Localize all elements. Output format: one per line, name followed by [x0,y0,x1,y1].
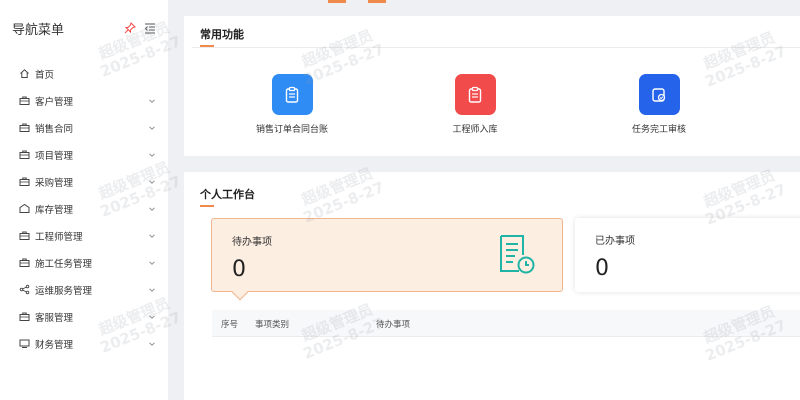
audit-icon [638,74,680,115]
briefcase-icon [19,176,30,187]
main-content: 常用功能 销售订单合同台账 工程师入库 任务完工审核 个人工作台 待办事项 0 … [168,0,800,400]
tab-indicator[interactable] [328,0,346,3]
function-label: 任务完工审核 [631,125,686,135]
todo-stat-card[interactable]: 待办事项 0 [211,218,563,301]
sidebar-item[interactable]: 采购管理 [0,168,168,195]
home-icon [19,68,30,79]
sidebar: 导航菜单 首页客户管理销售合同项目管理采购管理库存管理工程师管理施工任务管理 运维… [0,0,168,400]
sidebar-item-label: 库存管理 [35,204,74,216]
title-underline [200,45,214,47]
sidebar-item-label: 工程师管理 [35,231,83,243]
sidebar-item-label: 运维服务管理 [35,285,93,297]
divider [192,47,800,48]
sidebar-title: 导航菜单 [12,22,65,38]
chevron-down-icon [148,259,156,267]
done-label: 已办事项 [595,236,635,247]
card-title: 常用功能 [200,28,244,41]
chevron-down-icon [148,286,156,294]
sidebar-item-label: 客服管理 [35,312,74,324]
workbench-card: 个人工作台 待办事项 0 已办事项 0 序号 事项类别 待办事项 [184,172,800,400]
chevron-down-icon [148,97,156,105]
sidebar-item-label: 首页 [35,69,55,81]
chevron-down-icon [148,340,156,348]
done-stat-card[interactable]: 已办事项 0 [575,218,800,292]
function-label: 销售订单合同台账 [255,125,328,135]
sidebar-item-label: 采购管理 [35,177,74,189]
briefcase-icon [19,122,30,133]
chevron-down-icon [148,313,156,321]
chevron-down-icon [148,178,156,186]
chevron-down-icon [148,205,156,213]
divider [212,336,800,337]
share-icon [19,284,30,295]
column-header-index: 序号 [221,320,239,330]
chevron-down-icon [148,151,156,159]
active-pointer [231,283,249,301]
sidebar-item[interactable]: 运维服务管理 [0,276,168,303]
sidebar-item-label: 客户管理 [35,96,74,108]
collapse-menu-icon[interactable] [144,22,156,34]
sidebar-item[interactable]: 客服管理 [0,303,168,330]
briefcase-icon [19,311,30,322]
function-engineer-entry[interactable]: 工程师入库 [415,74,535,135]
chevron-down-icon [148,232,156,240]
todo-count: 0 [232,257,246,282]
sidebar-item-label: 销售合同 [35,123,74,135]
pin-icon[interactable] [124,22,136,34]
top-tabs-strip [168,0,800,4]
sidebar-item-label: 施工任务管理 [35,258,93,270]
chevron-down-icon [148,124,156,132]
sidebar-item[interactable]: 销售合同 [0,114,168,141]
function-sales-ledger[interactable]: 销售订单合同台账 [232,74,352,135]
sidebar-menu: 首页客户管理销售合同项目管理采购管理库存管理工程师管理施工任务管理 运维服务管理客… [0,56,168,357]
sidebar-item-label: 项目管理 [35,150,74,162]
card-title: 个人工作台 [200,188,255,201]
sidebar-item[interactable]: 客户管理 [0,87,168,114]
function-label: 工程师入库 [452,125,498,135]
column-header-todo: 待办事项 [376,320,411,330]
clipboard-icon [271,74,313,115]
sidebar-header: 导航菜单 [0,0,168,56]
done-count: 0 [595,256,609,281]
column-header-category: 事项类别 [255,320,290,330]
briefcase-icon [19,95,30,106]
sidebar-item[interactable]: 施工任务管理 [0,249,168,276]
warehouse-icon [19,203,30,214]
function-task-audit[interactable]: 任务完工审核 [599,74,719,135]
sidebar-item[interactable]: 工程师管理 [0,222,168,249]
sidebar-item[interactable]: 财务管理 [0,330,168,357]
tab-indicator[interactable] [368,0,386,3]
briefcase-icon [19,257,30,268]
common-functions-card: 常用功能 销售订单合同台账 工程师入库 任务完工审核 [184,16,800,156]
sidebar-item[interactable]: 首页 [0,60,168,87]
todo-label: 待办事项 [232,237,272,248]
title-underline [200,205,214,207]
sidebar-item[interactable]: 库存管理 [0,195,168,222]
sidebar-item-label: 财务管理 [35,339,74,351]
briefcase-icon [19,149,30,160]
monitor-icon [19,338,30,349]
document-clock-icon [497,233,537,279]
briefcase-icon [19,230,30,241]
clipboard-icon [454,74,496,115]
todo-table-header: 序号 事项类别 待办事项 [212,310,800,336]
sidebar-item[interactable]: 项目管理 [0,141,168,168]
